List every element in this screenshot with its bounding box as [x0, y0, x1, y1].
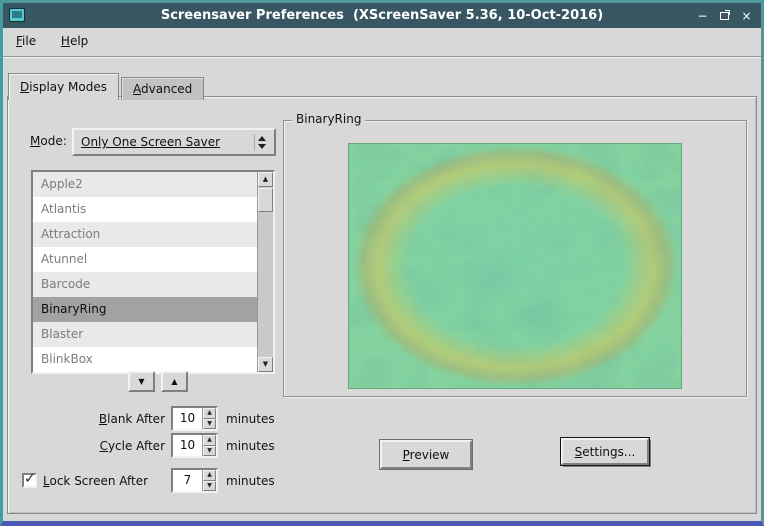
minutes-label: minutes	[226, 412, 275, 426]
cycle-after-steppers: ▲ ▼	[202, 435, 216, 456]
minutes-label: minutes	[226, 474, 275, 488]
step-down-icon[interactable]: ▼	[203, 419, 216, 430]
blank-after-steppers: ▲ ▼	[202, 408, 216, 429]
list-item-atunnel[interactable]: Atunnel	[33, 247, 257, 272]
tab-display-modes[interactable]: Display Modes	[8, 73, 119, 100]
list-scrollbar[interactable]: ▲ ▼	[257, 172, 273, 372]
step-down-icon[interactable]: ▼	[203, 446, 216, 457]
lock-after-spinner[interactable]: 7 ▲ ▼	[171, 468, 218, 493]
menu-file[interactable]: File	[8, 28, 44, 56]
move-up-button[interactable]: ▲	[161, 371, 188, 392]
step-up-icon[interactable]: ▲	[203, 408, 216, 419]
minutes-label: minutes	[226, 439, 275, 453]
list-item-blinkbox[interactable]: BlinkBox	[33, 347, 257, 372]
blank-after-spinner[interactable]: 10 ▲ ▼	[171, 406, 218, 431]
checkmark-icon: ✓	[24, 471, 36, 487]
tab-bar: Display Modes Advanced	[8, 73, 204, 100]
close-button[interactable]: ×	[739, 8, 754, 24]
preview-frame: BinaryRing	[283, 120, 747, 397]
lock-after-steppers: ▲ ▼	[202, 470, 216, 491]
list-nav-buttons: ▼ ▲	[128, 371, 188, 392]
combo-spinner-icon	[254, 134, 269, 151]
window-title: Screensaver Preferences (XScreenSaver 5.…	[3, 3, 761, 28]
lock-after-value[interactable]: 7	[173, 470, 202, 491]
settings-button[interactable]: Settings...	[561, 438, 649, 465]
up-arrow-icon	[258, 136, 266, 141]
step-up-icon[interactable]: ▲	[203, 470, 216, 481]
step-up-icon[interactable]: ▲	[203, 435, 216, 446]
scrollbar-thumb[interactable]	[258, 188, 273, 212]
list-item-atlantis[interactable]: Atlantis	[33, 197, 257, 222]
preview-ring-overlay	[349, 144, 681, 388]
minimize-button[interactable]: −	[695, 8, 710, 24]
screensaver-preview-image	[348, 143, 682, 389]
list-item-attraction[interactable]: Attraction	[33, 222, 257, 247]
blank-after-row: Blank After 10 ▲ ▼ minutes	[33, 406, 275, 431]
list-item-binaryring[interactable]: BinaryRing	[33, 297, 257, 322]
blank-after-label: Blank After	[33, 412, 165, 426]
maximize-button[interactable]	[717, 8, 732, 24]
preview-button[interactable]: Preview	[380, 440, 472, 469]
saver-list: Apple2AtlantisAttractionAtunnelBarcodeBi…	[33, 172, 257, 372]
list-item-barcode[interactable]: Barcode	[33, 272, 257, 297]
mode-value: Only One Screen Saver	[81, 135, 250, 149]
blank-after-value[interactable]: 10	[173, 408, 202, 429]
cycle-after-label: Cycle After	[33, 439, 165, 453]
mode-label: Mode:	[30, 134, 67, 148]
step-down-icon[interactable]: ▼	[203, 481, 216, 492]
cycle-after-value[interactable]: 10	[173, 435, 202, 456]
lock-checkbox[interactable]: ✓	[22, 473, 37, 488]
cycle-after-spinner[interactable]: 10 ▲ ▼	[171, 433, 218, 458]
saver-listbox: Apple2AtlantisAttractionAtunnelBarcodeBi…	[31, 170, 275, 374]
cycle-after-row: Cycle After 10 ▲ ▼ minutes	[33, 433, 275, 458]
list-item-apple2[interactable]: Apple2	[33, 172, 257, 197]
scroll-up-button[interactable]: ▲	[258, 172, 273, 187]
lock-screen-row: ✓ Lock Screen After 7 ▲ ▼ minutes	[22, 468, 275, 493]
tab-advanced[interactable]: Advanced	[121, 77, 204, 100]
window-controls: − ×	[695, 3, 754, 28]
menubar: File Help	[3, 28, 761, 57]
titlebar[interactable]: Screensaver Preferences (XScreenSaver 5.…	[3, 3, 761, 28]
lock-screen-label: Lock Screen After	[43, 474, 165, 488]
menu-help[interactable]: Help	[53, 28, 96, 56]
down-arrow-icon	[258, 144, 266, 149]
maximize-icon	[720, 12, 729, 20]
mode-select[interactable]: Only One Screen Saver	[72, 128, 276, 156]
xscreensaver-preferences-window: Screensaver Preferences (XScreenSaver 5.…	[0, 0, 764, 526]
move-down-button[interactable]: ▼	[128, 371, 155, 392]
preview-frame-legend: BinaryRing	[292, 112, 365, 126]
scroll-down-button[interactable]: ▼	[258, 357, 273, 372]
list-item-blaster[interactable]: Blaster	[33, 322, 257, 347]
